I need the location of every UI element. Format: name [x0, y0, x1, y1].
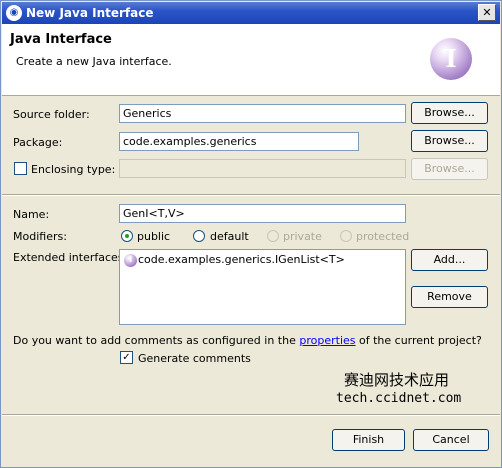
- comments-question-start: Do you want to add comments as configure…: [13, 334, 300, 347]
- modifier-private-radio[interactable]: [267, 230, 279, 242]
- watermark-chinese: 赛迪网技术应用: [344, 371, 450, 389]
- source-folder-input[interactable]: Generics: [119, 104, 406, 123]
- modifier-public-label: public: [137, 230, 171, 243]
- modifier-public-radio[interactable]: [121, 230, 133, 242]
- modifier-protected-radio[interactable]: [340, 230, 352, 242]
- package-browse-button[interactable]: Browse...: [411, 130, 488, 152]
- source-folder-label: Source folder:: [13, 108, 90, 121]
- watermark-url: tech.ccidnet.com: [336, 391, 462, 406]
- wizard-title: Java Interface: [10, 32, 112, 47]
- interface-name: code.examples.generics.IGenList<T>: [138, 253, 345, 266]
- new-java-interface-dialog: ◉ New Java Interface ✕ Java Interface Cr…: [0, 0, 502, 468]
- enclosing-type-browse-button[interactable]: Browse...: [411, 158, 488, 180]
- footer-separator: [2, 414, 500, 416]
- extended-interfaces-list[interactable]: Icode.examples.generics.IGenList<T>: [119, 249, 406, 325]
- wizard-description: Create a new Java interface.: [16, 55, 172, 68]
- remove-interface-button[interactable]: Remove: [411, 286, 488, 308]
- modifier-default-radio[interactable]: [193, 230, 205, 242]
- cancel-button[interactable]: Cancel: [413, 429, 489, 451]
- wizard-banner: Java Interface Create a new Java interfa…: [2, 24, 500, 96]
- generate-comments-checkbox[interactable]: ✓: [120, 351, 133, 364]
- enclosing-type-input[interactable]: [119, 159, 406, 178]
- generate-comments-label: Generate comments: [138, 352, 251, 365]
- name-input[interactable]: GenI<T,V>: [119, 204, 406, 223]
- add-interface-button[interactable]: Add...: [411, 249, 488, 271]
- comments-question: Do you want to add comments as configure…: [13, 334, 482, 347]
- package-label: Package:: [13, 136, 63, 149]
- interface-wizard-icon: I: [430, 38, 472, 80]
- comments-question-end: of the current project?: [355, 334, 482, 347]
- window-title: New Java Interface: [26, 6, 154, 20]
- separator: [2, 194, 500, 196]
- modifier-private-label: private: [283, 230, 322, 243]
- list-item[interactable]: Icode.examples.generics.IGenList<T>: [124, 253, 345, 267]
- title-bar[interactable]: ◉ New Java Interface ✕: [2, 2, 500, 24]
- enclosing-type-label: Enclosing type:: [31, 163, 116, 176]
- interface-icon: I: [124, 253, 137, 267]
- properties-link[interactable]: properties: [299, 334, 355, 347]
- finish-button[interactable]: Finish: [332, 429, 405, 451]
- eclipse-icon: ◉: [6, 5, 22, 21]
- modifier-protected-label: protected: [356, 230, 410, 243]
- modifiers-label: Modifiers:: [13, 230, 67, 243]
- modifier-default-label: default: [210, 230, 249, 243]
- package-input[interactable]: code.examples.generics: [119, 132, 359, 151]
- close-button[interactable]: ✕: [478, 4, 496, 21]
- name-label: Name:: [13, 208, 50, 221]
- source-folder-browse-button[interactable]: Browse...: [411, 102, 488, 124]
- enclosing-type-checkbox[interactable]: [14, 162, 27, 175]
- extended-interfaces-label: Extended interfaces:: [13, 251, 128, 264]
